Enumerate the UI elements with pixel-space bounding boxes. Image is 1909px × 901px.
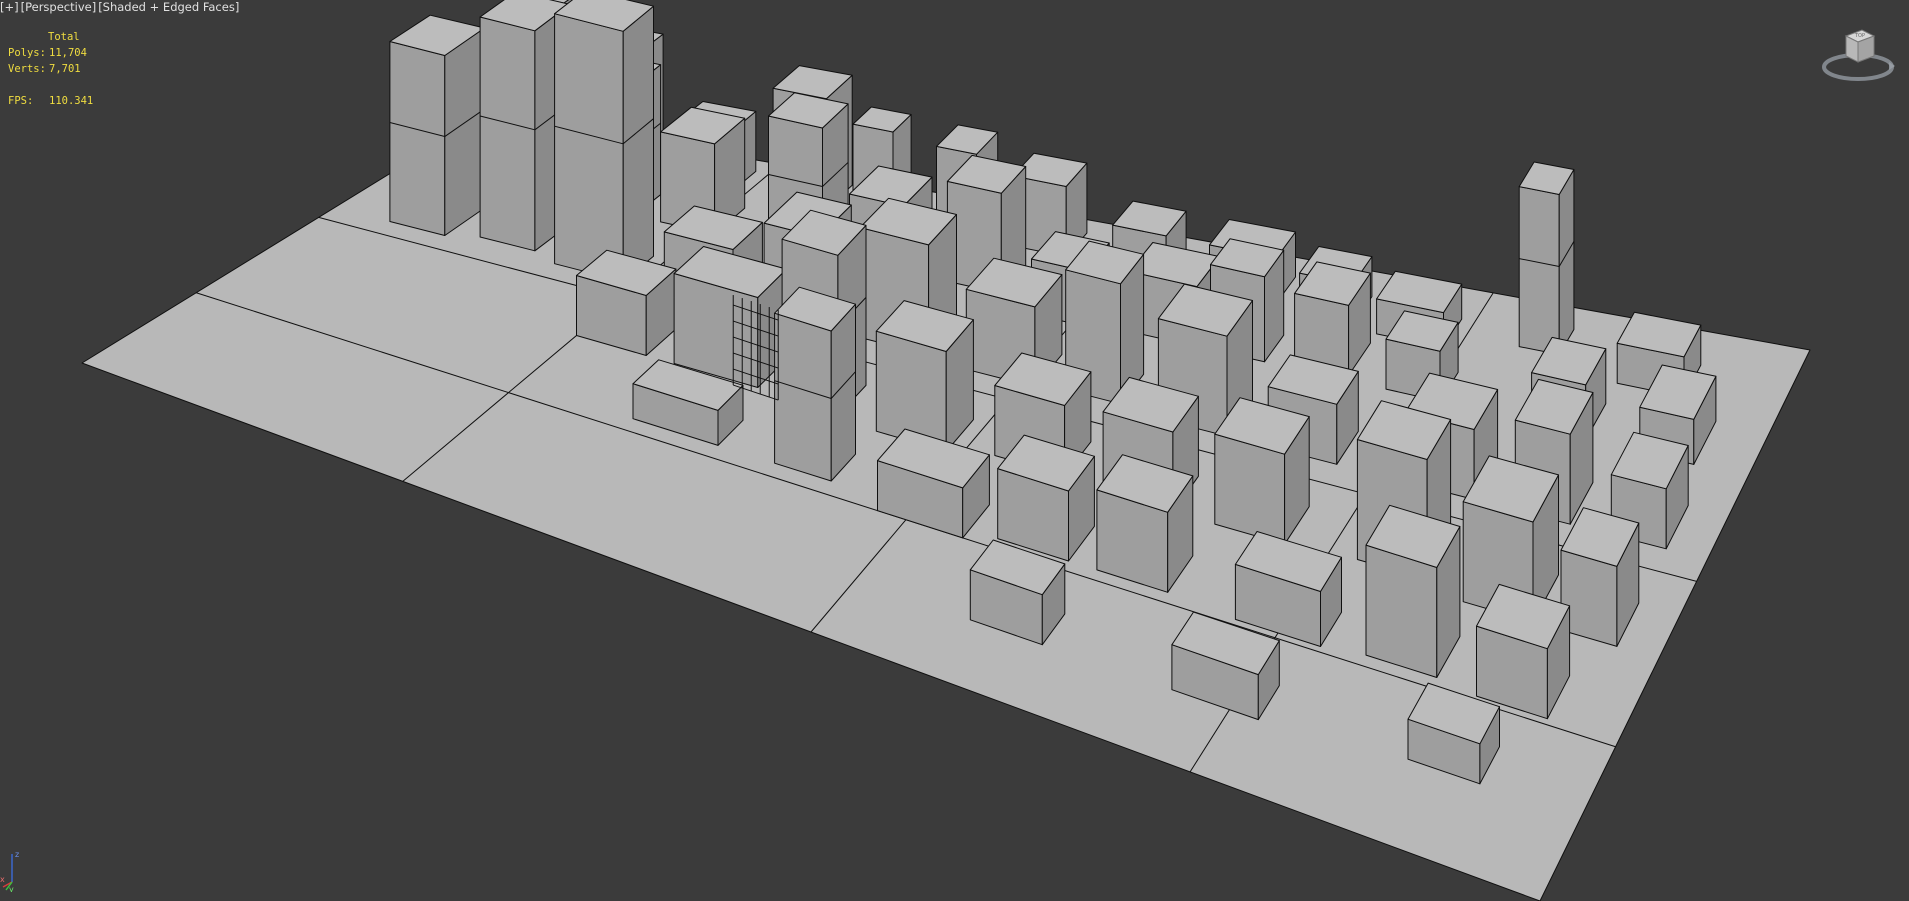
building-front-face: [554, 13, 624, 282]
viewcube-icon[interactable]: TOP: [1818, 22, 1898, 92]
viewport-menu-view[interactable]: [Perspective]: [21, 0, 97, 14]
viewport-label: [+] [Perspective] [Shaded + Edged Faces]: [0, 0, 239, 14]
building-side-face: [622, 5, 654, 282]
building-front-face: [1518, 186, 1560, 355]
building-front-face: [1365, 544, 1438, 678]
building: [389, 14, 485, 236]
building: [576, 249, 677, 356]
fps-label: FPS:: [8, 95, 34, 107]
building: [1476, 583, 1571, 720]
axis-z-label: z: [15, 850, 19, 859]
axis-y-label: y: [9, 885, 14, 892]
verts-value: 7,701: [49, 63, 81, 75]
building: [875, 300, 974, 452]
axis-x-label: x: [0, 875, 5, 884]
polys-value: 11,704: [49, 47, 87, 59]
city-scene[interactable]: [0, 0, 1909, 901]
viewcube-face-label: TOP: [1854, 33, 1865, 39]
building: [1365, 504, 1461, 678]
perspective-viewport[interactable]: [+] [Perspective] [Shaded + Edged Faces]…: [0, 0, 1909, 901]
building: [1518, 161, 1575, 355]
building: [554, 0, 654, 282]
stats-header: Total: [48, 31, 80, 43]
viewport-menu-plus[interactable]: [+]: [0, 0, 19, 14]
building: [1096, 454, 1194, 593]
building: [997, 434, 1095, 562]
building-front-face: [479, 16, 536, 252]
viewport-menu-shading[interactable]: [Shaded + Edged Faces]: [98, 0, 239, 14]
building: [1214, 397, 1310, 545]
building-side-face: [830, 303, 856, 482]
building-front-face: [389, 41, 446, 236]
verts-label: Verts:: [8, 63, 46, 75]
building: [774, 286, 856, 482]
building-side-face: [444, 27, 485, 236]
building: [1560, 507, 1640, 647]
building-front-face: [774, 312, 832, 482]
axis-tripod-icon: z x y: [0, 850, 19, 892]
fps-value: 110.341: [49, 95, 94, 107]
polys-label: Polys:: [8, 47, 46, 59]
